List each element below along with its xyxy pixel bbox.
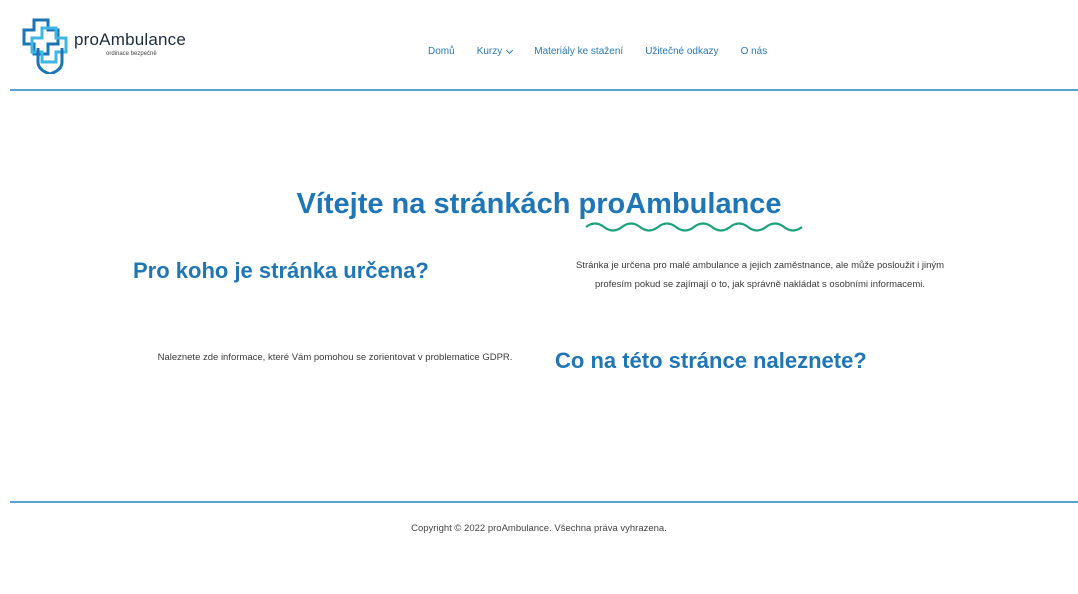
site-header: proAmbulance ordinace bezpečně Domů Kurz…	[0, 0, 1078, 92]
nav-item-useful-links[interactable]: Užitečné odkazy	[645, 46, 718, 57]
nav-item-courses[interactable]: Kurzy	[476, 46, 514, 57]
nav-item-courses-label: Kurzy	[476, 46, 503, 57]
squiggle-underline	[585, 222, 803, 232]
nav-item-downloads[interactable]: Materiály ke stažení	[534, 46, 623, 57]
section-heading-content: Co na této stránce naleznete?	[555, 348, 867, 373]
section-heading-audience: Pro koho je stránka určena?	[133, 258, 429, 283]
main-nav: Domů Kurzy Materiály ke stažení Užitečné…	[428, 46, 789, 57]
site-logo[interactable]: proAmbulance ordinace bezpečně	[16, 14, 206, 74]
page-title: Vítejte na stránkách proAmbulance	[296, 188, 782, 220]
footer-copyright: Copyright © 2022 proAmbulance. Všechna p…	[411, 523, 667, 534]
chevron-down-icon	[506, 46, 514, 54]
section-text-content: Naleznete zde informace, které Vám pomoh…	[157, 352, 513, 363]
footer-divider	[10, 501, 1078, 503]
header-divider	[10, 89, 1078, 91]
nav-item-about[interactable]: O nás	[741, 46, 768, 57]
logo-tagline: ordinace bezpečně	[106, 51, 157, 57]
logo-name: proAmbulance	[74, 30, 187, 49]
section-text-audience: Stránka je určena pro malé ambulance a j…	[575, 260, 945, 290]
medical-cross-shield-icon	[22, 18, 68, 74]
nav-item-home[interactable]: Domů	[428, 46, 455, 57]
